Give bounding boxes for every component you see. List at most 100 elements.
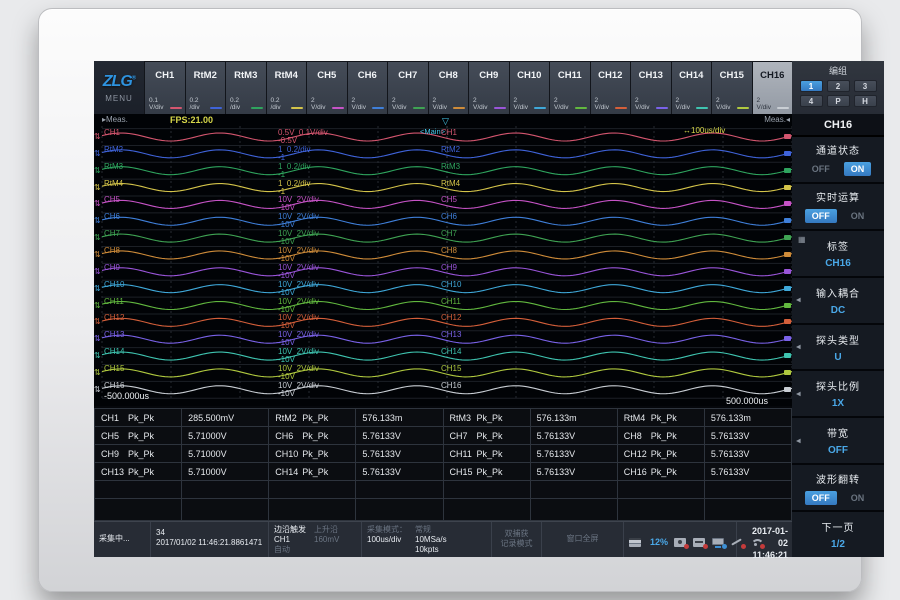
channel-position-marker-CH13[interactable]: ⇅ bbox=[94, 334, 101, 343]
sidebar-section-next-page[interactable]: 下一页1/2 bbox=[792, 512, 884, 557]
group-button-H[interactable]: H bbox=[854, 95, 877, 107]
channel-position-marker-CH5[interactable]: ⇅ bbox=[94, 199, 101, 208]
channel-tab-CH12[interactable]: CH122V/div bbox=[591, 62, 631, 114]
meas-cell-empty bbox=[356, 481, 443, 499]
channel-right-marker-RtM3[interactable] bbox=[784, 168, 791, 173]
waveform-plot[interactable]: ▸Meas. FPS:21.00 Meas.◂ ▽ <Main> ↔100us/… bbox=[94, 114, 792, 406]
channel-tab-CH11[interactable]: CH112V/div bbox=[550, 62, 590, 114]
toggle-on[interactable]: ON bbox=[844, 209, 872, 223]
channel-tab-RtM4[interactable]: RtM40.2/div bbox=[267, 62, 307, 114]
channel-tab-CH1[interactable]: CH10.1V/div bbox=[145, 62, 185, 114]
sidebar-section-probe-type[interactable]: ◀探头类型U bbox=[792, 325, 884, 370]
status-dot-red bbox=[741, 544, 746, 549]
fullscreen-button[interactable]: 窗口全屏 bbox=[542, 522, 624, 557]
channel-tab-CH16[interactable]: CH162V/div bbox=[753, 62, 793, 114]
channel-position-marker-CH7[interactable]: ⇅ bbox=[94, 233, 101, 242]
channel-position-marker-RtM3[interactable]: ⇅ bbox=[94, 166, 101, 175]
channel-tab-CH6[interactable]: CH62V/div bbox=[348, 62, 388, 114]
channel-right-marker-CH1[interactable] bbox=[784, 134, 791, 139]
trigger-info[interactable]: 边沿触发 CH1 自动 上升沿 160mV bbox=[269, 522, 362, 557]
channel-position-marker-CH6[interactable]: ⇅ bbox=[94, 216, 101, 225]
toggle-on[interactable]: ON bbox=[844, 162, 872, 176]
expand-left-icon[interactable]: ◀ bbox=[796, 390, 801, 397]
channel-position-marker-CH15[interactable]: ⇅ bbox=[94, 368, 101, 377]
channel-name-mid-label: RtM3 bbox=[441, 162, 460, 171]
channel-position-marker-RtM2[interactable]: ⇅ bbox=[94, 149, 101, 158]
channel-tab-CH10[interactable]: CH102V/div bbox=[510, 62, 550, 114]
expand-left-icon[interactable]: ◀ bbox=[796, 344, 801, 351]
toggle[interactable]: OFF ON bbox=[805, 491, 872, 505]
channel-right-marker-CH7[interactable] bbox=[784, 235, 791, 240]
group-button-1[interactable]: 1 bbox=[800, 80, 823, 92]
tab-scale-label: 2V/div bbox=[433, 97, 447, 111]
toggle-on[interactable]: ON bbox=[844, 491, 872, 505]
sidebar-section-waveform-invert[interactable]: 波形翻转OFFON bbox=[792, 465, 884, 510]
channel-position-marker-CH16[interactable]: ⇅ bbox=[94, 385, 101, 394]
record-mode-button[interactable]: 双捕获 记录模式 bbox=[492, 522, 542, 557]
channel-right-marker-CH10[interactable] bbox=[784, 286, 791, 291]
channel-right-marker-CH6[interactable] bbox=[784, 218, 791, 223]
channel-right-marker-CH14[interactable] bbox=[784, 353, 791, 358]
meas-bar-right[interactable]: Meas.◂ bbox=[764, 115, 790, 124]
meas-bar-left[interactable]: ▸Meas. bbox=[102, 115, 128, 124]
channel-name-label: CH13 bbox=[104, 330, 124, 339]
trigger-marker-icon[interactable]: ▽ bbox=[442, 116, 449, 127]
channel-right-marker-CH12[interactable] bbox=[784, 319, 791, 324]
meas-cell-empty bbox=[617, 481, 704, 499]
channel-tab-CH14[interactable]: CH142V/div bbox=[672, 62, 712, 114]
group-button-3[interactable]: 3 bbox=[854, 80, 877, 92]
sidebar-section-realtime-math[interactable]: 实时运算OFFON bbox=[792, 184, 884, 229]
channel-name-label: CH9 bbox=[104, 263, 120, 272]
top-bar: ZLG® MENU CH10.1V/divRtM20.2/divRtM30.2/… bbox=[94, 61, 792, 114]
channel-position-marker-CH12[interactable]: ⇅ bbox=[94, 317, 101, 326]
channel-tab-RtM2[interactable]: RtM20.2/div bbox=[186, 62, 226, 114]
channel-position-marker-RtM4[interactable]: ⇅ bbox=[94, 183, 101, 192]
acquisition-info[interactable]: 采集模式： 100us/div 常规 10MSa/s 10kpts bbox=[362, 522, 492, 557]
channel-right-marker-CH5[interactable] bbox=[784, 201, 791, 206]
channel-position-marker-CH11[interactable]: ⇅ bbox=[94, 301, 101, 310]
group-button-4[interactable]: 4 bbox=[800, 95, 823, 107]
sidebar-section-bandwidth[interactable]: ◀带宽OFF bbox=[792, 418, 884, 463]
channel-right-marker-CH13[interactable] bbox=[784, 336, 791, 341]
meas-cell-label: CH13Pk_Pk bbox=[95, 463, 182, 481]
group-button-2[interactable]: 2 bbox=[827, 80, 850, 92]
tab-scale-label: 2V/div bbox=[352, 97, 366, 111]
menu-button[interactable]: ZLG® MENU bbox=[94, 61, 144, 114]
channel-name-label: CH8 bbox=[104, 246, 120, 255]
channel-right-marker-CH11[interactable] bbox=[784, 303, 791, 308]
toggle-off[interactable]: OFF bbox=[805, 209, 837, 223]
channel-tab-CH8[interactable]: CH82V/div bbox=[429, 62, 469, 114]
sidebar-section-label[interactable]: ▦标签CH16 bbox=[792, 231, 884, 276]
sidebar-section-probe-ratio[interactable]: ◀探头比例1X bbox=[792, 371, 884, 416]
channel-tab-RtM3[interactable]: RtM30.2/div bbox=[226, 62, 266, 114]
channel-right-marker-CH16[interactable] bbox=[784, 387, 791, 392]
toggle-off[interactable]: OFF bbox=[805, 162, 837, 176]
channel-right-marker-CH15[interactable] bbox=[784, 370, 791, 375]
channel-tab-CH15[interactable]: CH152V/div bbox=[712, 62, 752, 114]
channel-right-marker-RtM2[interactable] bbox=[784, 151, 791, 156]
channel-name-mid-label: CH15 bbox=[441, 364, 461, 373]
toggle-off[interactable]: OFF bbox=[805, 491, 837, 505]
channel-right-marker-RtM4[interactable] bbox=[784, 185, 791, 190]
trigger-edge: 上升沿 bbox=[314, 525, 339, 535]
channel-position-marker-CH9[interactable]: ⇅ bbox=[94, 267, 101, 276]
expand-left-icon[interactable]: ◀ bbox=[796, 437, 801, 444]
sidebar-section-input-coupling[interactable]: ◀输入耦合DC bbox=[792, 278, 884, 323]
channel-position-marker-CH14[interactable]: ⇅ bbox=[94, 351, 101, 360]
sidebar-section-channel-state[interactable]: 通道状态OFFON bbox=[792, 137, 884, 182]
channel-position-marker-CH10[interactable]: ⇅ bbox=[94, 284, 101, 293]
channel-tab-CH5[interactable]: CH52V/div bbox=[307, 62, 347, 114]
channel-tab-CH7[interactable]: CH72V/div bbox=[388, 62, 428, 114]
group-button-P[interactable]: P bbox=[827, 95, 850, 107]
channel-position-marker-CH1[interactable]: ⇅ bbox=[94, 132, 101, 141]
channel-right-marker-CH9[interactable] bbox=[784, 269, 791, 274]
meas-cell-label: CH7Pk_Pk bbox=[443, 427, 530, 445]
channel-right-marker-CH8[interactable] bbox=[784, 252, 791, 257]
channel-position-marker-CH8[interactable]: ⇅ bbox=[94, 250, 101, 259]
toggle[interactable]: OFF ON bbox=[805, 209, 872, 223]
channel-tab-CH9[interactable]: CH92V/div bbox=[469, 62, 509, 114]
toggle[interactable]: OFF ON bbox=[805, 162, 872, 176]
expand-left-icon[interactable]: ◀ bbox=[796, 297, 801, 304]
channel-tab-CH13[interactable]: CH132V/div bbox=[631, 62, 671, 114]
acq-timebase: 100us/div bbox=[367, 535, 407, 545]
